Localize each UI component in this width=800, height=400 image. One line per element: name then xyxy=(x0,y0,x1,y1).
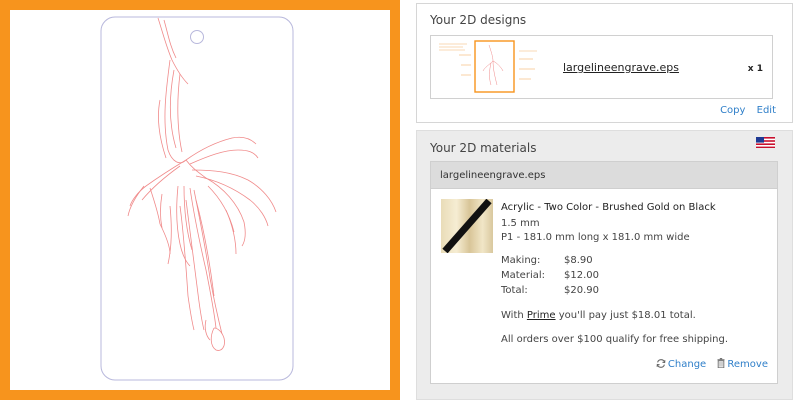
change-material-button[interactable]: Change xyxy=(656,359,706,370)
refresh-icon xyxy=(656,359,666,368)
trash-icon xyxy=(717,358,725,369)
material-item-header: largelineengrave.eps xyxy=(431,162,777,189)
prime-offer: With Prime you'll pay just $18.01 total. xyxy=(501,310,696,321)
price-value: $20.90 xyxy=(564,285,599,296)
order-sidebar: Your 2D designs largelineengrave.eps x 1… xyxy=(416,0,794,400)
price-label: Material: xyxy=(501,270,545,281)
design-canvas xyxy=(10,10,390,390)
change-label: Change xyxy=(667,359,707,370)
us-flag-icon[interactable] xyxy=(756,137,775,148)
designs-panel-title: Your 2D designs xyxy=(430,13,527,27)
price-value: $8.90 xyxy=(564,255,593,266)
material-thickness: 1.5 mm xyxy=(501,218,540,229)
materials-panel-title: Your 2D materials xyxy=(430,141,537,155)
prime-suffix: you'll pay just $18.01 total. xyxy=(555,310,696,321)
price-label: Total: xyxy=(501,285,528,296)
materials-panel: Your 2D materials largelineengrave.eps A… xyxy=(416,130,793,400)
shipping-note: All orders over $100 qualify for free sh… xyxy=(501,334,729,345)
remove-material-button[interactable]: Remove xyxy=(717,358,768,370)
price-row-material: Material: $12.00 xyxy=(501,270,621,285)
prime-prefix: With xyxy=(501,310,527,321)
price-row-making: Making: $8.90 xyxy=(501,255,621,270)
material-file-name: largelineengrave.eps xyxy=(440,170,546,181)
price-breakdown: Making: $8.90 Material: $12.00 Total: $2… xyxy=(501,255,621,300)
design-item[interactable]: largelineengrave.eps x 1 xyxy=(430,35,773,99)
edit-design-link[interactable]: Edit xyxy=(757,105,776,116)
price-value: $12.00 xyxy=(564,270,599,281)
price-row-total: Total: $20.90 xyxy=(501,285,621,300)
design-actions: Copy Edit xyxy=(712,105,776,116)
material-swatch xyxy=(441,199,493,253)
tag-outline xyxy=(100,16,294,381)
material-size: P1 - 181.0 mm long x 181.0 mm wide xyxy=(501,232,690,243)
design-thumbnail[interactable] xyxy=(433,39,550,95)
copy-design-link[interactable]: Copy xyxy=(720,105,745,116)
design-preview xyxy=(0,0,400,400)
material-item: largelineengrave.eps Acrylic - Two Color… xyxy=(430,161,778,384)
material-actions: Change Remove xyxy=(648,358,768,370)
design-quantity: x 1 xyxy=(747,64,763,74)
remove-label: Remove xyxy=(727,359,768,370)
prime-link[interactable]: Prime xyxy=(527,310,556,321)
engrave-lines xyxy=(127,17,277,351)
designs-panel: Your 2D designs largelineengrave.eps x 1… xyxy=(416,3,793,123)
material-name: Acrylic - Two Color - Brushed Gold on Bl… xyxy=(501,202,716,213)
design-file-name[interactable]: largelineengrave.eps xyxy=(563,61,679,74)
tag-hole xyxy=(190,30,204,44)
price-label: Making: xyxy=(501,255,541,266)
engraving-artwork xyxy=(100,16,294,381)
